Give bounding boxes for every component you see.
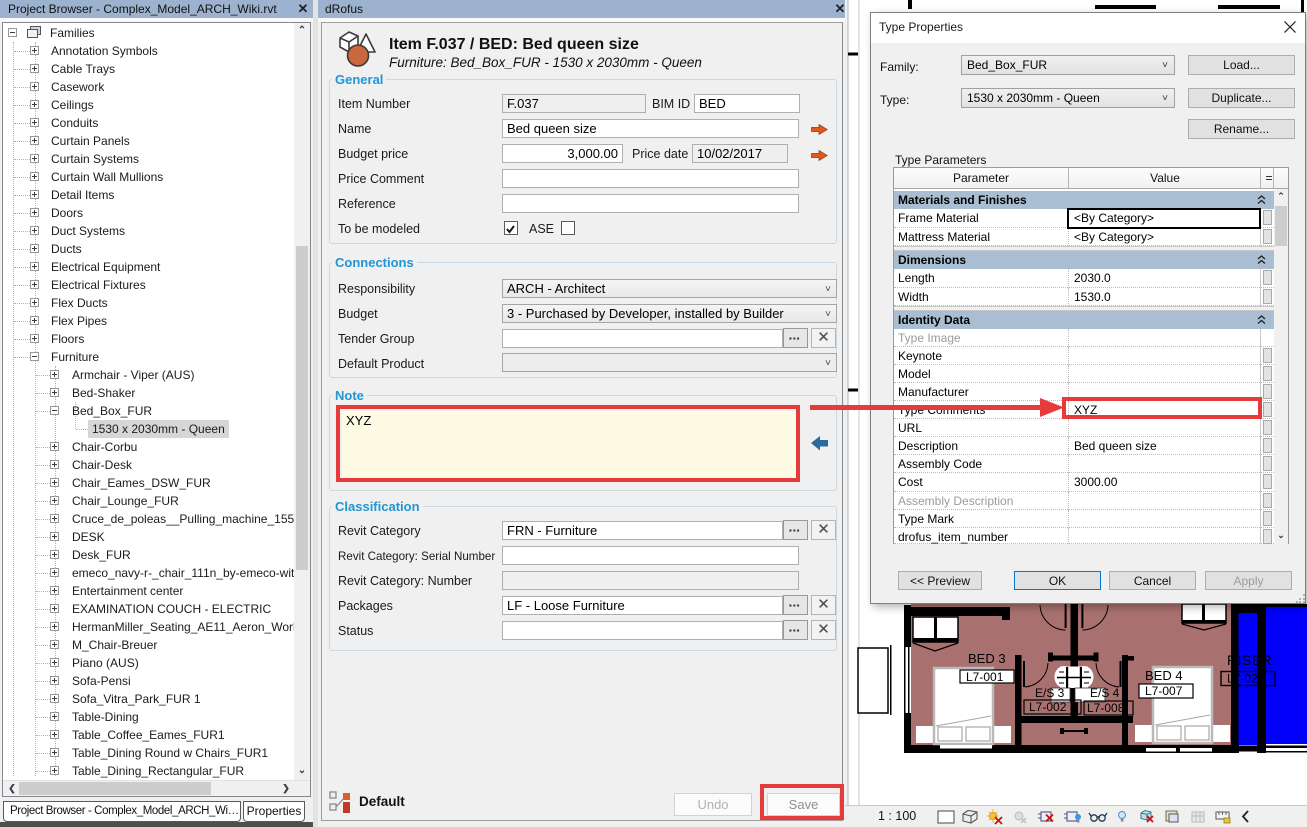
svg-text:1 : 100: 1 : 100 [878, 809, 916, 823]
svg-text:E/S 4: E/S 4 [1090, 686, 1120, 700]
svg-text:BED 4: BED 4 [1145, 668, 1183, 683]
svg-text:L7-008: L7-008 [1087, 701, 1125, 715]
svg-text:L7-007: L7-007 [1145, 684, 1183, 698]
svg-text:L7-001: L7-001 [966, 670, 1004, 684]
svg-text:L7-002: L7-002 [1029, 700, 1067, 714]
svg-text:E/S 3: E/S 3 [1035, 686, 1065, 700]
svg-text:BED 3: BED 3 [968, 651, 1006, 666]
